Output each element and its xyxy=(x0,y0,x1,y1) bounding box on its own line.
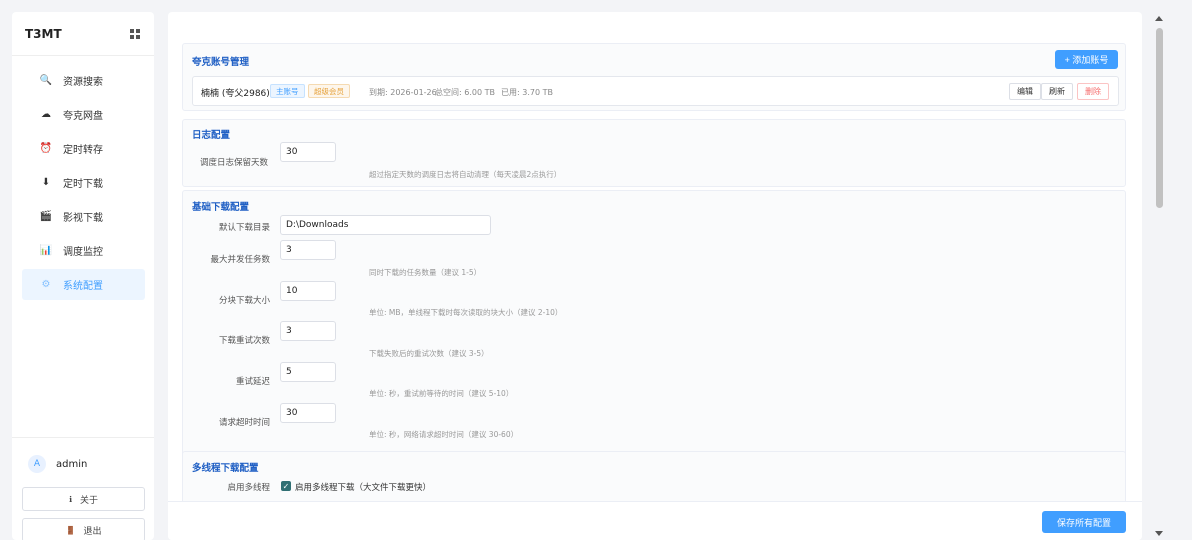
scroll-up-arrow-icon[interactable] xyxy=(1155,16,1163,21)
chunk-size-label: 分块下载大小 xyxy=(218,296,270,306)
download-arrow-icon: ⬇ xyxy=(41,177,51,188)
retry-count-hint: 下载失败后的重试次数（建议 3-5） xyxy=(369,349,489,358)
section-title: 夸克账号管理 xyxy=(192,57,250,68)
info-icon: ℹ xyxy=(68,494,73,504)
total-space: 总空间: 6.00 TB xyxy=(435,88,495,97)
account-name: 楠楠 (夸父2986) xyxy=(201,89,270,99)
main-panel: 夸克账号管理 + 添加账号 楠楠 (夸父2986) 主账号 超级会员 到期: 2… xyxy=(168,12,1142,540)
enable-multithread-label: 启用多线程 xyxy=(227,483,270,493)
main-account-badge: 主账号 xyxy=(270,84,305,98)
section-title: 基础下载配置 xyxy=(192,202,250,213)
max-concurrent-hint: 同时下载的任务数量（建议 1-5） xyxy=(369,268,482,277)
sidebar-item-label: 资源搜索 xyxy=(63,77,103,88)
app-root: T3MT 🔍 资源搜索 ☁ 夸克网盘 ⏰ 定时转存 ⬇ 定时下载 🎬 影视下载 … xyxy=(0,0,1192,540)
sidebar-item-video-download[interactable]: 🎬 影视下载 xyxy=(22,201,145,232)
footer-bar: 保存所有配置 xyxy=(168,501,1142,540)
refresh-account-button[interactable]: 刷新 xyxy=(1041,83,1073,100)
search-icon: 🔍 xyxy=(39,75,53,86)
cloud-icon: ☁ xyxy=(41,109,51,120)
timeout-hint: 单位: 秒，网络请求超时时间（建议 30-60） xyxy=(369,430,519,439)
sidebar-item-scheduler-monitor[interactable]: 📊 调度监控 xyxy=(22,235,145,266)
expire-date: 到期: 2026-01-26 xyxy=(369,88,437,97)
timeout-label: 请求超时时间 xyxy=(218,418,270,428)
scrollbar-thumb[interactable] xyxy=(1156,28,1163,208)
retry-delay-hint: 单位: 秒，重试前等待的时间（建议 5-10） xyxy=(369,389,514,398)
sidebar-item-label: 影视下载 xyxy=(63,213,103,224)
account-card: 楠楠 (夸父2986) 主账号 超级会员 到期: 2026-01-26 总空间:… xyxy=(192,76,1119,106)
retention-days-hint: 超过指定天数的调度日志将自动清理（每天凌晨2点执行） xyxy=(369,170,562,179)
retention-days-input[interactable]: 30 xyxy=(280,142,336,162)
max-concurrent-label: 最大并发任务数 xyxy=(210,255,270,265)
sidebar-divider xyxy=(12,437,154,438)
user-info: A admin xyxy=(22,445,144,483)
sidebar-item-scheduled-download[interactable]: ⬇ 定时下载 xyxy=(22,167,145,198)
retry-delay-input[interactable]: 5 xyxy=(280,362,336,382)
sidebar-item-system-config[interactable]: ⚙ 系统配置 xyxy=(22,269,145,300)
page-scrollbar[interactable] xyxy=(1152,12,1166,540)
sidebar: T3MT 🔍 资源搜索 ☁ 夸克网盘 ⏰ 定时转存 ⬇ 定时下载 🎬 影视下载 … xyxy=(12,12,154,540)
add-account-button[interactable]: + 添加账号 xyxy=(1055,50,1118,69)
sidebar-item-label: 定时转存 xyxy=(63,145,103,156)
chunk-size-hint: 单位: MB，单线程下载时每次读取的块大小（建议 2-10） xyxy=(369,308,563,317)
enable-multithread-checkbox[interactable]: ✓ xyxy=(281,481,291,491)
app-title: T3MT xyxy=(25,26,62,41)
retry-count-input[interactable]: 3 xyxy=(280,321,336,341)
username: admin xyxy=(56,458,88,470)
bar-chart-icon: 📊 xyxy=(39,245,53,256)
vip-badge: 超级会员 xyxy=(308,84,350,98)
sidebar-item-label: 调度监控 xyxy=(63,247,103,258)
max-concurrent-input[interactable]: 3 xyxy=(280,240,336,260)
avatar: A xyxy=(28,455,46,473)
logout-button[interactable]: 🚪 退出 xyxy=(22,518,145,540)
download-dir-input[interactable]: D:\Downloads xyxy=(280,215,491,235)
about-button[interactable]: ℹ 关于 xyxy=(22,487,145,511)
retry-count-label: 下载重试次数 xyxy=(218,336,270,346)
section-title: 日志配置 xyxy=(192,130,231,141)
chunk-size-input[interactable]: 10 xyxy=(280,281,336,301)
sidebar-item-scheduled-transfer[interactable]: ⏰ 定时转存 xyxy=(22,133,145,164)
sidebar-item-label: 系统配置 xyxy=(63,281,103,292)
sidebar-nav: 🔍 资源搜索 ☁ 夸克网盘 ⏰ 定时转存 ⬇ 定时下载 🎬 影视下载 📊 调度监… xyxy=(12,56,154,300)
edit-account-button[interactable]: 编辑 xyxy=(1009,83,1041,100)
used-space: 已用: 3.70 TB xyxy=(501,88,553,97)
basic-download-section: 基础下载配置 默认下载目录 D:\Downloads 最大并发任务数 3 同时下… xyxy=(182,190,1126,456)
retry-delay-label: 重试延迟 xyxy=(235,377,270,387)
delete-account-button[interactable]: 删除 xyxy=(1077,83,1109,100)
logout-label: 退出 xyxy=(83,526,102,537)
log-config-section: 日志配置 调度日志保留天数 30 超过指定天数的调度日志将自动清理（每天凌晨2点… xyxy=(182,119,1126,187)
timeout-input[interactable]: 30 xyxy=(280,403,336,423)
sidebar-item-label: 定时下载 xyxy=(63,179,103,190)
collapse-menu-icon[interactable] xyxy=(130,28,140,39)
brand-header: T3MT xyxy=(12,12,154,56)
section-title: 多线程下载配置 xyxy=(192,463,259,474)
retention-days-label: 调度日志保留天数 xyxy=(199,158,268,168)
door-icon: 🚪 xyxy=(65,525,76,535)
clapperboard-icon: 🎬 xyxy=(39,211,53,222)
sidebar-item-resource-search[interactable]: 🔍 资源搜索 xyxy=(22,65,145,96)
gear-icon: ⚙ xyxy=(41,279,51,290)
quark-account-section: 夸克账号管理 + 添加账号 楠楠 (夸父2986) 主账号 超级会员 到期: 2… xyxy=(182,43,1126,111)
alarm-clock-icon: ⏰ xyxy=(39,143,53,154)
save-all-config-button[interactable]: 保存所有配置 xyxy=(1042,511,1126,533)
scroll-down-arrow-icon[interactable] xyxy=(1155,531,1163,536)
enable-multithread-text: 启用多线程下载（大文件下载更快） xyxy=(295,483,432,493)
sidebar-item-quark-drive[interactable]: ☁ 夸克网盘 xyxy=(22,99,145,130)
download-dir-label: 默认下载目录 xyxy=(218,223,270,233)
about-label: 关于 xyxy=(80,495,99,506)
sidebar-item-label: 夸克网盘 xyxy=(63,111,103,122)
